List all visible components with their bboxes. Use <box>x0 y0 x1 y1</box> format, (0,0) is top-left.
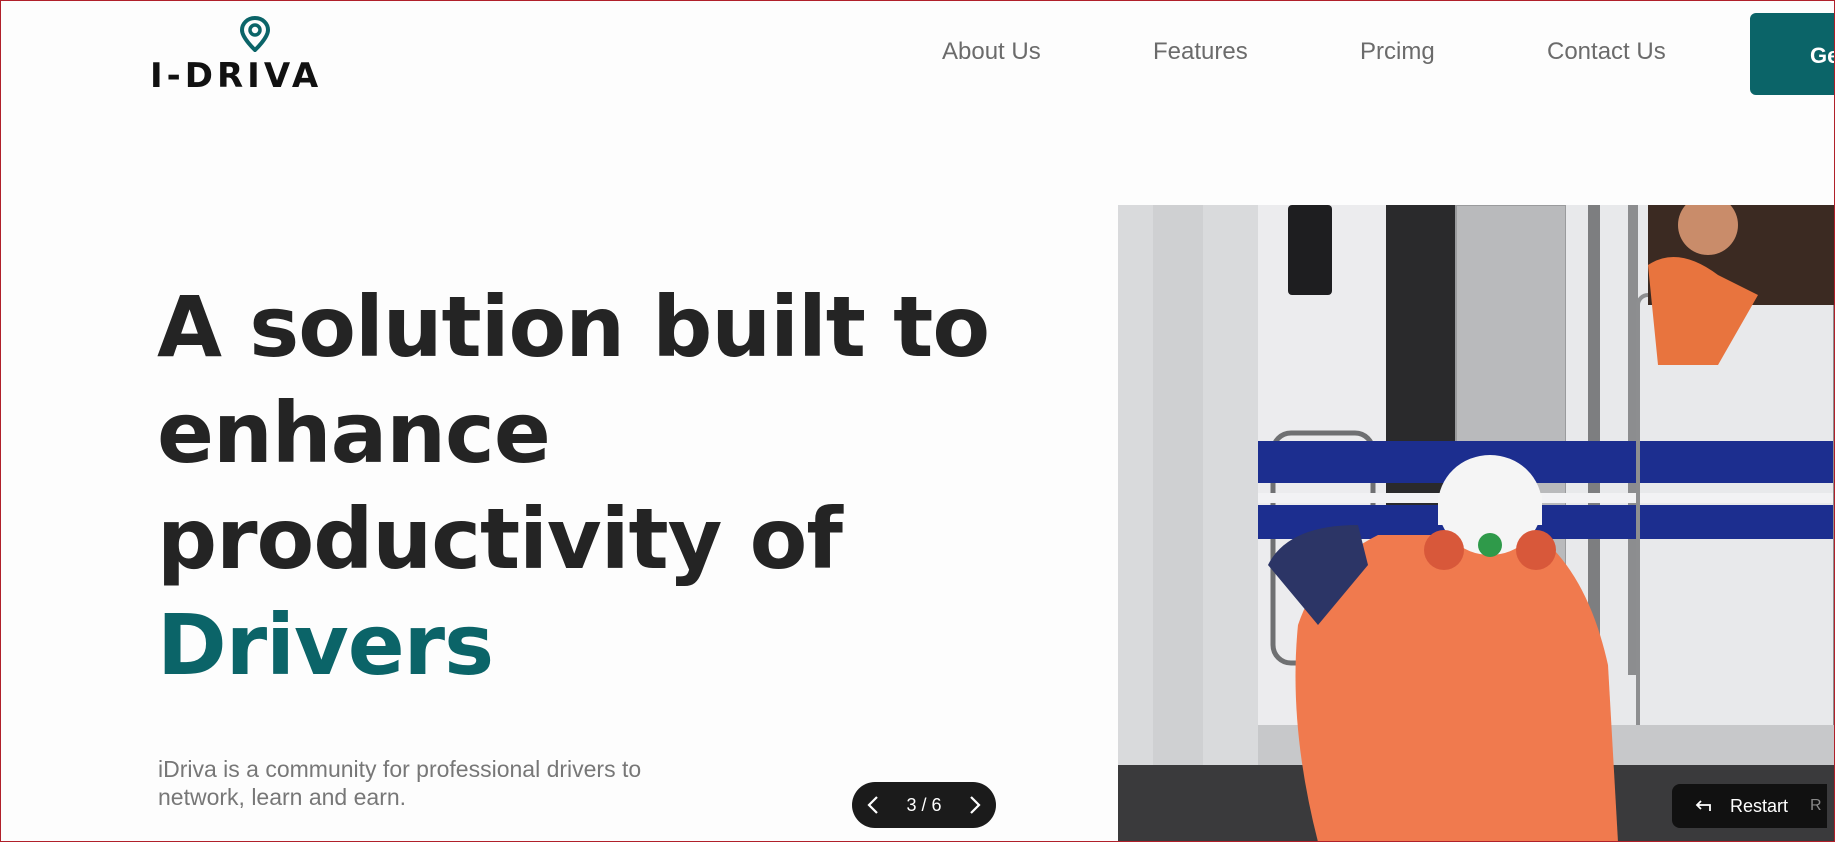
get-started-button[interactable]: Ge <box>1750 13 1835 95</box>
nav-item-pricing[interactable]: Prcimg <box>1360 38 1435 66</box>
brand-name: I-DRIVA <box>150 56 323 96</box>
headline-line: enhance <box>157 384 551 482</box>
headline-line: productivity of <box>157 490 843 588</box>
chevron-left-icon[interactable] <box>866 795 880 815</box>
hero-image <box>1118 205 1835 842</box>
headline-accent: Drivers <box>157 596 494 694</box>
brand-logo[interactable]: I-DRIVA <box>150 16 326 96</box>
headline-line: A solution built to <box>157 278 990 376</box>
nav-item-features[interactable]: Features <box>1153 38 1248 66</box>
nav-item-about-us[interactable]: About Us <box>942 38 1041 66</box>
nav-item-contact-us[interactable]: Contact Us <box>1547 38 1666 66</box>
location-pin-icon <box>240 16 270 52</box>
restart-button[interactable]: Restart R <box>1672 784 1827 828</box>
chevron-right-icon[interactable] <box>968 795 982 815</box>
return-arrow-icon <box>1695 800 1711 811</box>
restart-label: Restart <box>1730 795 1789 816</box>
slide-counter: 3 / 6 <box>906 794 942 815</box>
slide-pager: 3 / 6 <box>852 782 996 828</box>
restart-shortcut: R <box>1810 797 1822 814</box>
hero-subtext: iDriva is a community for professional d… <box>158 756 642 810</box>
hero-headline: A solution built to enhance productivity… <box>157 274 1057 698</box>
